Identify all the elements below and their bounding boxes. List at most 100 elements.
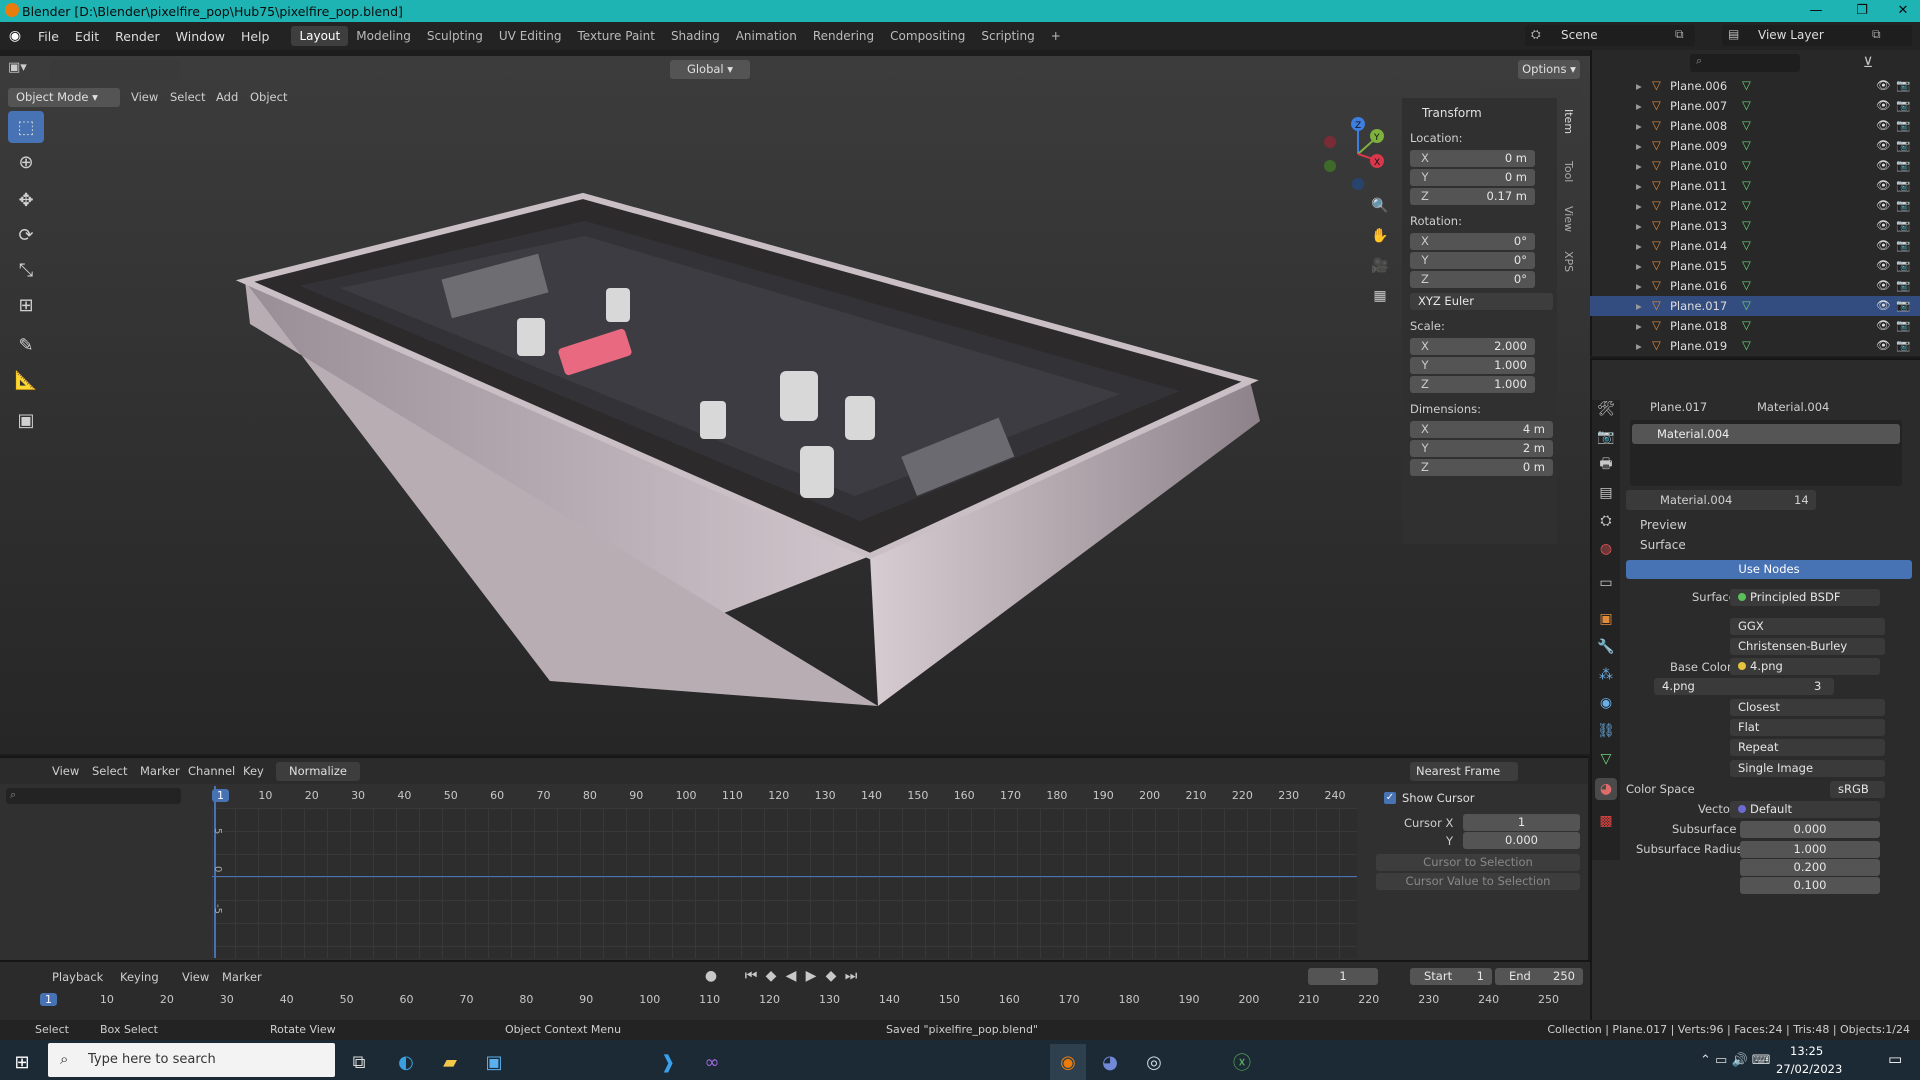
outliner-row[interactable]: ▸ ▽ Plane.014 ▽ 👁 📷 [1590, 236, 1920, 256]
record-icon[interactable]: ● [703, 968, 719, 984]
expand-arrow-icon[interactable]: ▸ [1636, 159, 1642, 173]
play-reverse-icon[interactable]: ◀ [783, 968, 799, 984]
surface-shader-field[interactable]: Principled BSDF [1730, 589, 1880, 606]
jump-start-icon[interactable]: ⏮ [743, 968, 759, 984]
navigation-gizmo[interactable]: Z Y X [1318, 114, 1398, 194]
visibility-eye-icon[interactable]: 👁 [1876, 78, 1891, 92]
visual-studio-icon[interactable]: ∞ [694, 1044, 730, 1080]
render-camera-icon[interactable]: 📷 [1896, 318, 1910, 332]
material-tab-icon[interactable]: ◕ [1595, 778, 1617, 800]
render-camera-icon[interactable]: 📷 [1896, 138, 1910, 152]
start-frame-field[interactable]: Start 1 [1410, 968, 1492, 985]
expand-arrow-icon[interactable]: ▸ [1636, 139, 1642, 153]
end-frame-field[interactable]: End 250 [1495, 968, 1583, 985]
tab-compositing[interactable]: Compositing [882, 26, 973, 46]
modifier-tab-icon[interactable]: 🔧 [1597, 638, 1615, 656]
taskbar-date[interactable]: 27/02/2023 [1776, 1062, 1842, 1076]
windows-start-icon[interactable]: ⊞ [4, 1044, 40, 1080]
physics-tab-icon[interactable]: ◉ [1597, 694, 1615, 712]
file-explorer-icon[interactable]: ▰ [432, 1044, 468, 1080]
cursor-value-to-selection-button[interactable]: Cursor Value to Selection [1376, 873, 1580, 890]
viewport-menu-add[interactable]: Add [216, 90, 238, 104]
subsurface-radius-x-field[interactable]: 1.000 [1740, 841, 1880, 858]
steam-icon[interactable]: ◎ [1136, 1044, 1172, 1080]
graph-menu-view[interactable]: View [52, 764, 79, 778]
blender-menu-icon[interactable]: ◉ [0, 28, 30, 44]
viewport-menu-view[interactable]: View [131, 90, 158, 104]
expand-arrow-icon[interactable]: ▸ [1636, 319, 1642, 333]
outliner-row[interactable]: ▸ ▽ Plane.006 ▽ 👁 📷 [1590, 76, 1920, 96]
render-camera-icon[interactable]: 📷 [1896, 298, 1910, 312]
current-frame-field[interactable]: 1 [1308, 968, 1378, 985]
graph-menu-key[interactable]: Key [243, 764, 264, 778]
visibility-eye-icon[interactable]: 👁 [1876, 158, 1891, 172]
visibility-eye-icon[interactable]: 👁 [1876, 118, 1891, 132]
render-camera-icon[interactable]: 📷 [1896, 258, 1910, 272]
outliner-row[interactable]: ▸ ▽ Plane.011 ▽ 👁 📷 [1590, 176, 1920, 196]
render-camera-icon[interactable]: 📷 [1896, 238, 1910, 252]
zoom-icon[interactable]: 🔍 [1370, 196, 1390, 216]
tab-shading[interactable]: Shading [663, 26, 728, 46]
outliner-row[interactable]: ▸ ▽ Plane.010 ▽ 👁 📷 [1590, 156, 1920, 176]
expand-arrow-icon[interactable]: ▸ [1636, 299, 1642, 313]
outliner-row[interactable]: ▸ ▽ Plane.017 ▽ 👁 📷 [1590, 296, 1920, 316]
viewport-editor-type[interactable]: ▣▾ [8, 60, 44, 80]
render-camera-icon[interactable]: 📷 [1896, 78, 1910, 92]
dimensions-x-field[interactable]: X4 m [1410, 421, 1553, 438]
timeline[interactable]: Playback Keying View Marker ● ⏮ ◆ ◀ ▶ ◆ … [0, 960, 1590, 1020]
menu-window[interactable]: Window [168, 29, 233, 44]
tab-modeling[interactable]: Modeling [348, 26, 419, 46]
visibility-eye-icon[interactable]: 👁 [1876, 138, 1891, 152]
tab-view[interactable]: View [1562, 206, 1575, 232]
xbox-icon[interactable]: ⓧ [1224, 1044, 1260, 1080]
visibility-eye-icon[interactable]: 👁 [1876, 218, 1891, 232]
outliner-row[interactable]: ▸ ▽ Plane.012 ▽ 👁 📷 [1590, 196, 1920, 216]
timeline-menu-view[interactable]: View [182, 970, 209, 984]
maximize-button[interactable]: ❐ [1839, 0, 1885, 22]
task-view-icon[interactable]: ⧉ [341, 1044, 377, 1080]
add-cube-tool-icon[interactable]: ▣ [8, 404, 44, 436]
discord-icon[interactable]: ◕ [1092, 1044, 1128, 1080]
graph-frame-ruler[interactable]: 1 10 20 30 40 50 60 70 80 90 100 110 120 130 140 150 160… [212, 788, 1357, 804]
particles-tab-icon[interactable]: ⁂ [1597, 666, 1615, 684]
select-mode-buttons[interactable] [50, 60, 180, 80]
material-slot-row[interactable]: Material.004 [1632, 424, 1900, 444]
next-keyframe-icon[interactable]: ◆ [823, 968, 839, 984]
new-scene-icon[interactable]: ⧉ [1675, 27, 1684, 42]
graph-menu-select[interactable]: Select [92, 764, 127, 778]
cursor-x-field[interactable]: 1 [1463, 814, 1580, 831]
scale-y-field[interactable]: Y 1.000 [1410, 357, 1535, 374]
view-layer-selector[interactable]: ▤ View Layer ⧉ [1722, 25, 1912, 46]
outliner-search[interactable]: ⌕ [1690, 54, 1800, 72]
scene-tab-icon[interactable]: ⛭ [1597, 512, 1615, 530]
view-layer-tab-icon[interactable]: ▤ [1597, 484, 1615, 502]
render-camera-icon[interactable]: 📷 [1896, 338, 1910, 352]
subsurface-method-dropdown[interactable]: Christensen-Burley [1730, 638, 1885, 655]
timeline-menu-marker[interactable]: Marker [222, 970, 262, 984]
menu-help[interactable]: Help [233, 29, 278, 44]
visibility-eye-icon[interactable]: 👁 [1876, 298, 1891, 312]
outliner-row[interactable]: ▸ ▽ Plane.008 ▽ 👁 📷 [1590, 116, 1920, 136]
transform-tool-icon[interactable]: ⊞ [8, 289, 44, 321]
graph-canvas[interactable] [212, 808, 1357, 958]
expand-arrow-icon[interactable]: ▸ [1636, 119, 1642, 133]
render-camera-icon[interactable]: 📷 [1896, 178, 1910, 192]
channel-search[interactable]: ⌕ [6, 788, 181, 804]
visibility-eye-icon[interactable]: 👁 [1876, 338, 1891, 352]
render-camera-icon[interactable]: 📷 [1896, 98, 1910, 112]
cursor-y-field[interactable]: 0.000 [1463, 832, 1580, 849]
taskbar-time[interactable]: 13:25 [1790, 1044, 1823, 1058]
tab-tool[interactable]: Tool [1562, 161, 1575, 182]
viewport-menu-object[interactable]: Object [250, 90, 287, 104]
camera-icon[interactable]: 🎥 [1370, 256, 1390, 276]
data-tab-icon[interactable]: ▽ [1597, 750, 1615, 768]
dimensions-z-field[interactable]: Z0 m [1410, 459, 1553, 476]
visibility-eye-icon[interactable]: 👁 [1876, 238, 1891, 252]
tab-xps[interactable]: XPS [1562, 251, 1575, 272]
expand-arrow-icon[interactable]: ▸ [1636, 259, 1642, 273]
render-camera-icon[interactable]: 📷 [1896, 198, 1910, 212]
outliner-row[interactable]: ▸ ▽ Plane.016 ▽ 👁 📷 [1590, 276, 1920, 296]
base-color-field[interactable]: 4.png [1730, 658, 1880, 675]
cursor-tool-icon[interactable]: ⊕ [8, 146, 44, 178]
visual-studio-code-icon[interactable]: ❱ [650, 1044, 686, 1080]
